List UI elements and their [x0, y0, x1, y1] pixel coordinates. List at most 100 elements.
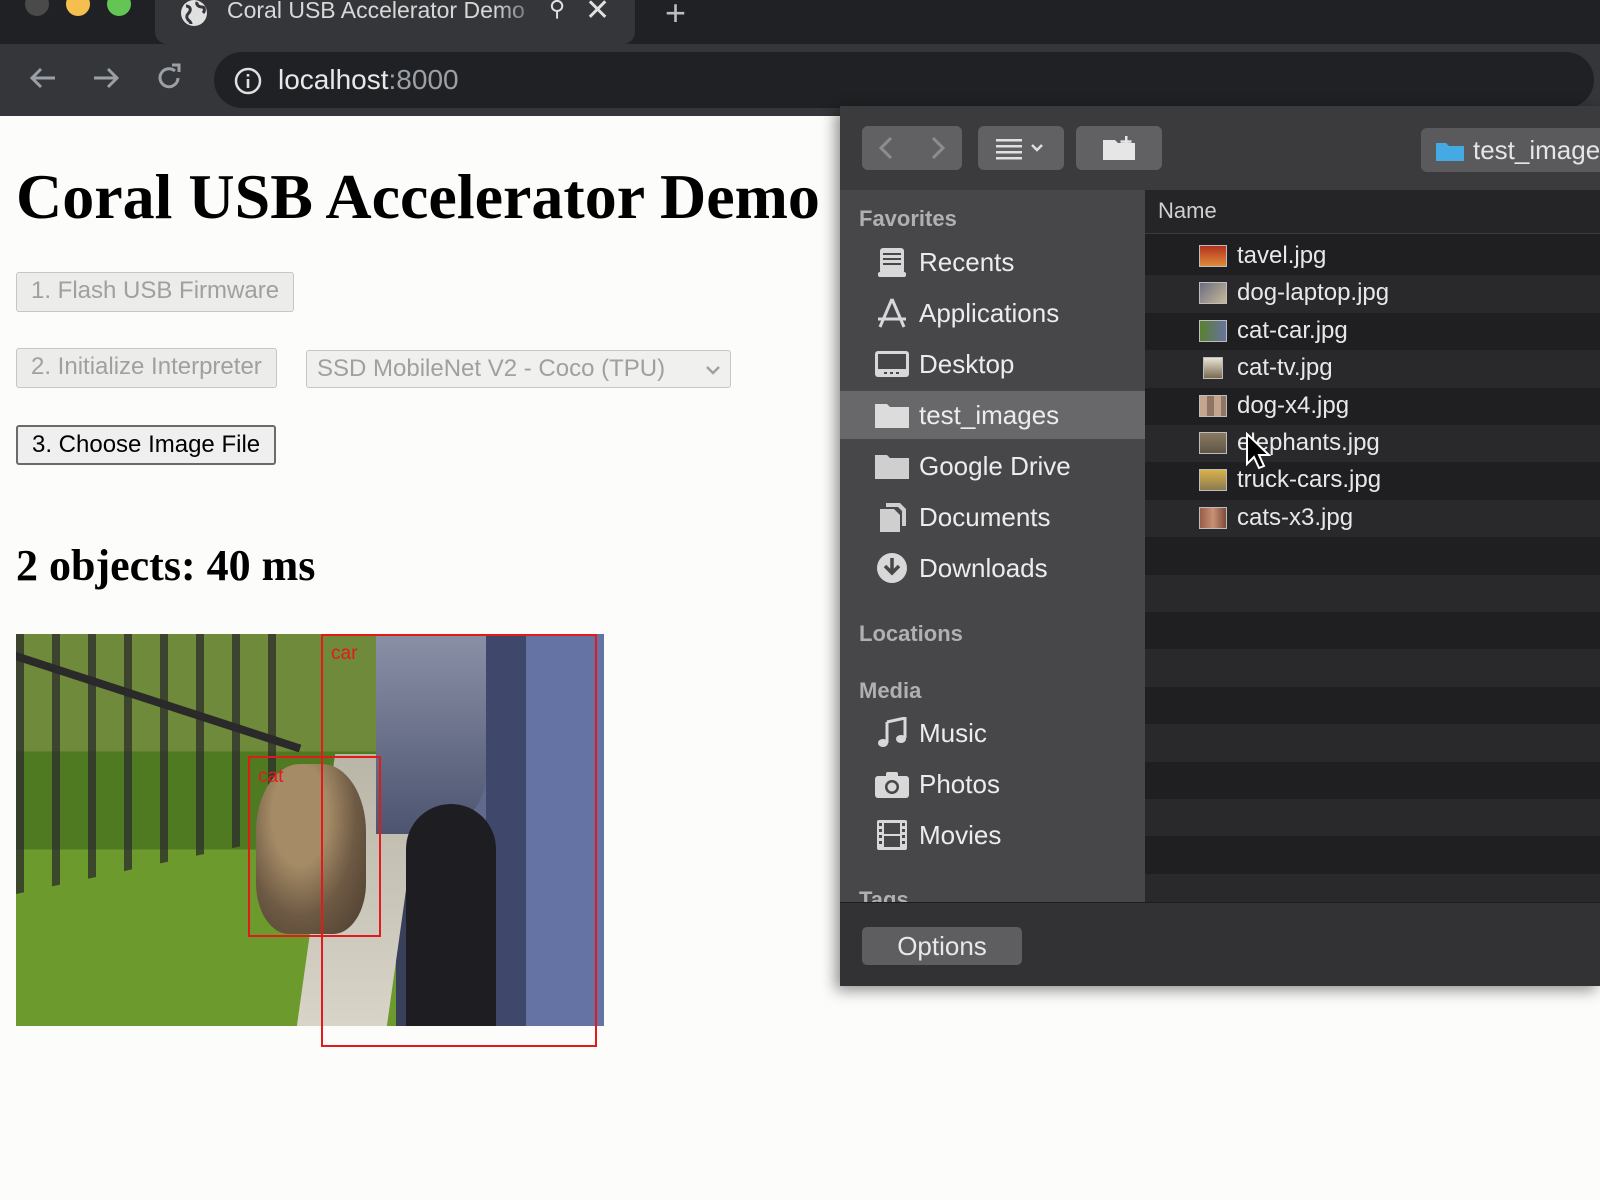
sidebar-header-locations: Locations — [859, 621, 963, 646]
sidebar-header-favorites: Favorites — [859, 206, 957, 231]
empty-row — [1145, 799, 1600, 837]
tab-close-icon[interactable]: ✕ — [585, 0, 610, 28]
file-name: cat-car.jpg — [1237, 316, 1348, 344]
column-header-name: Name — [1158, 198, 1217, 223]
camera-icon — [875, 772, 909, 798]
file-row[interactable]: dog-x4.jpg — [1145, 388, 1600, 425]
image-file-icon — [1199, 319, 1227, 342]
model-select[interactable]: SSD MobileNet V2 - Coco (TPU) — [306, 350, 731, 388]
folder-icon — [875, 404, 909, 428]
empty-row — [1145, 612, 1600, 649]
dialog-back-icon[interactable] — [862, 126, 912, 170]
file-row[interactable]: tavel.jpg — [1145, 238, 1600, 275]
address-bar[interactable]: localhost:8000 — [214, 52, 1594, 108]
chevron-down-icon — [706, 366, 720, 375]
file-name: dog-laptop.jpg — [1237, 279, 1390, 307]
image-file-icon — [1199, 432, 1227, 454]
url-host: localhost — [278, 64, 389, 95]
file-row[interactable]: elephants.jpg — [1145, 425, 1600, 463]
sidebar-item-downloads[interactable]: Downloads — [840, 544, 1145, 592]
recents-icon — [878, 248, 906, 277]
image-file-icon — [1199, 469, 1227, 492]
image-file-icon — [1199, 245, 1227, 267]
file-row[interactable]: truck-cars.jpg — [1145, 462, 1600, 499]
empty-row — [1145, 873, 1600, 902]
page-title: Coral USB Accelerator Demo — [16, 161, 820, 232]
new-tab-button[interactable]: + — [665, 0, 686, 34]
dialog-forward-icon[interactable] — [912, 126, 962, 170]
sidebar-item-applications[interactable]: Applications — [840, 289, 1145, 337]
sidebar-item-label: Photos — [919, 769, 1000, 799]
file-name: cats-x3.jpg — [1237, 503, 1354, 531]
empty-row — [1145, 687, 1600, 724]
globe-icon — [181, 0, 207, 26]
sidebar-item-label: Recents — [919, 247, 1015, 277]
documents-icon — [880, 503, 906, 532]
url-text: localhost:8000 — [278, 62, 459, 98]
sidebar-item-photos[interactable]: Photos — [840, 760, 1145, 808]
file-row[interactable]: cats-x3.jpg — [1145, 499, 1600, 538]
window-close-button[interactable] — [25, 0, 49, 16]
info-icon[interactable] — [234, 67, 262, 95]
detection-box-cat: cat — [248, 756, 381, 937]
reload-icon[interactable] — [151, 60, 187, 96]
sidebar-item-test-images[interactable]: test_images — [840, 391, 1145, 439]
file-name: tavel.jpg — [1237, 242, 1327, 269]
sidebar-item-google-drive[interactable]: Google Drive — [840, 442, 1145, 490]
detection-result: 2 objects: 40 ms — [16, 541, 316, 590]
empty-row — [1145, 649, 1600, 687]
model-select-value: SSD MobileNet V2 - Coco (TPU) — [317, 355, 666, 382]
file-row[interactable]: cat-tv.jpg — [1145, 350, 1600, 388]
sidebar-item-label: Documents — [919, 502, 1051, 532]
sidebar-item-label: test_images — [919, 400, 1060, 430]
image-file-icon — [1199, 282, 1227, 305]
file-row[interactable]: dog-laptop.jpg — [1145, 275, 1600, 313]
sidebar-item-documents[interactable]: Documents — [840, 493, 1145, 541]
view-mode-button[interactable] — [978, 126, 1064, 170]
url-port: :8000 — [388, 64, 459, 95]
tab-strip: Coral USB Accelerator Demo ⚲ ✕ + — [0, 0, 1600, 44]
file-name: cat-tv.jpg — [1237, 354, 1333, 382]
sidebar-header-media: Media — [859, 678, 922, 703]
file-row[interactable]: cat-car.jpg — [1145, 313, 1600, 350]
options-button[interactable]: Options — [862, 927, 1022, 965]
back-forward-control — [862, 126, 962, 170]
detection-label-cat: cat — [258, 766, 284, 787]
empty-row — [1145, 537, 1600, 574]
image-file-icon — [1199, 394, 1227, 417]
window-minimize-button[interactable] — [66, 0, 90, 16]
forward-arrow-icon[interactable] — [88, 60, 124, 96]
back-arrow-icon[interactable] — [25, 60, 61, 96]
file-list: Name tavel.jpg dog-laptop.jpg cat-car.jp… — [1145, 190, 1600, 902]
file-open-dialog: test_images Favorites Recents Applicatio… — [840, 106, 1600, 986]
sidebar-item-desktop[interactable]: Desktop — [840, 340, 1145, 388]
sidebar-item-recents[interactable]: Recents — [840, 238, 1145, 286]
downloads-icon — [877, 553, 907, 583]
column-header[interactable]: Name — [1145, 190, 1600, 234]
film-icon — [877, 820, 907, 850]
sidebar-item-label: Downloads — [919, 553, 1048, 583]
list-view-icon — [996, 139, 1043, 160]
new-folder-button[interactable] — [1076, 126, 1162, 170]
new-folder-icon — [1103, 136, 1135, 160]
detection-label-car: car — [331, 643, 358, 664]
desktop-icon — [875, 351, 909, 377]
empty-row — [1145, 724, 1600, 762]
sidebar-item-label: Music — [919, 718, 987, 748]
sidebar-item-movies[interactable]: Movies — [840, 811, 1145, 859]
image-file-icon — [1199, 506, 1227, 529]
folder-icon — [875, 455, 909, 479]
sidebar-item-music[interactable]: Music — [840, 709, 1145, 757]
initialize-interpreter-button[interactable]: 2. Initialize Interpreter — [16, 348, 277, 388]
sidebar-item-label: Google Drive — [919, 451, 1071, 481]
mouse-pointer-icon — [1246, 432, 1271, 470]
sidebar-item-label: Applications — [919, 298, 1060, 328]
sidebar-item-label: Movies — [919, 820, 1002, 850]
browser-tab[interactable]: Coral USB Accelerator Demo ⚲ ✕ — [155, 0, 635, 44]
choose-image-button[interactable]: 3. Choose Image File — [16, 425, 277, 465]
window-zoom-button[interactable] — [107, 0, 131, 16]
path-popup[interactable]: test_images — [1421, 128, 1600, 172]
flash-firmware-button[interactable]: 1. Flash USB Firmware — [16, 272, 295, 312]
empty-row — [1145, 836, 1600, 873]
sidebar-item-label: Desktop — [919, 349, 1015, 379]
